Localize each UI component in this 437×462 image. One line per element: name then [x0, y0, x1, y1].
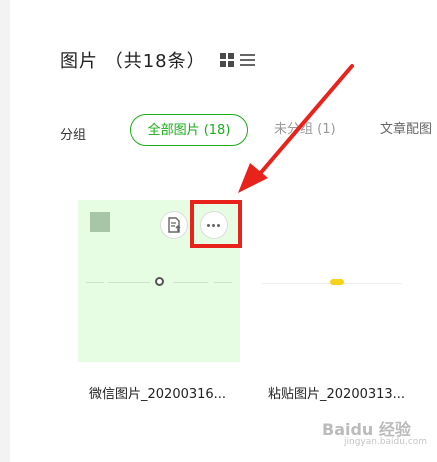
- annotation-arrow: [238, 64, 354, 193]
- watermark-url: jingyan.baidu.com: [344, 437, 428, 447]
